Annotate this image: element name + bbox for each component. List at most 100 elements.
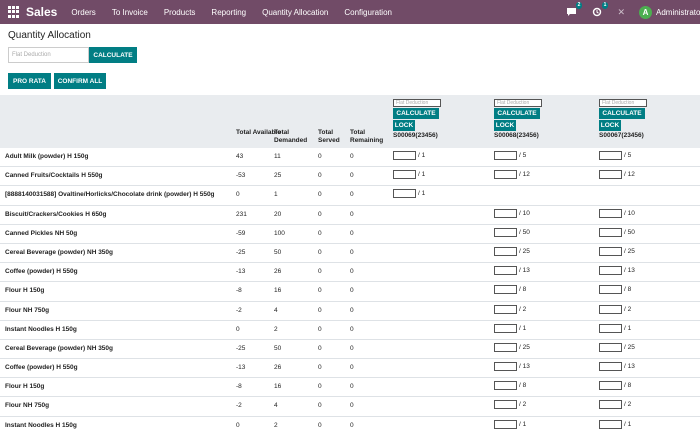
allocation-cell: / 8 — [494, 381, 526, 391]
allocation-qty-input[interactable] — [494, 266, 517, 276]
total-available-value: 0 — [236, 325, 240, 333]
column-calculate-button[interactable]: CALCULATE — [393, 108, 439, 119]
allocation-demand-label: / 5 — [624, 152, 632, 159]
column-flat-deduction-input[interactable]: Flat Deduction — [494, 99, 542, 107]
allocation-qty-input[interactable] — [494, 208, 517, 218]
flat-deduction-input[interactable]: Flat Deduction — [8, 47, 89, 63]
allocation-qty-input[interactable] — [494, 170, 517, 180]
allocation-cell: / 8 — [494, 285, 526, 295]
nav-reporting[interactable]: Reporting — [211, 8, 246, 17]
total-served-value: 0 — [318, 191, 322, 199]
product-name: Biscuit/Crackers/Cookies H 650g — [5, 210, 107, 218]
table-row: Biscuit/Crackers/Cookies H 650g 231 20 0 0 / … — [0, 206, 700, 225]
allocation-qty-input[interactable] — [599, 342, 622, 352]
allocation-qty-input[interactable] — [599, 170, 622, 180]
allocation-cell: / 1 — [494, 323, 526, 333]
product-name: Cereal Beverage (powder) NH 350g — [5, 344, 114, 352]
total-available-value: -8 — [236, 383, 242, 391]
allocation-qty-input[interactable] — [599, 323, 622, 333]
total-remaining-value: 0 — [350, 210, 354, 218]
nav-products[interactable]: Products — [164, 8, 196, 17]
column-lock-button[interactable]: LOCK — [494, 120, 516, 131]
total-remaining-value: 0 — [350, 287, 354, 295]
nav-orders[interactable]: Orders — [71, 8, 95, 17]
allocation-demand-label: / 1 — [624, 420, 632, 428]
page-title: Quantity Allocation — [8, 30, 91, 41]
column-flat-deduction-input[interactable]: Flat Deduction — [393, 99, 441, 107]
messages-icon[interactable]: 2 — [565, 2, 583, 18]
allocation-qty-input[interactable] — [494, 227, 517, 237]
allocation-qty-input[interactable] — [599, 362, 622, 372]
total-demanded-value: 25 — [274, 172, 282, 180]
allocation-qty-input[interactable] — [599, 285, 622, 295]
app-brand[interactable]: Sales — [26, 5, 57, 19]
nav-to-invoice[interactable]: To Invoice — [112, 8, 148, 17]
allocation-demand-label: / 50 — [519, 228, 530, 236]
product-name: Instant Noodles H 150g — [5, 325, 77, 333]
allocation-qty-input[interactable] — [599, 419, 622, 429]
header-total-served: Total Served — [318, 129, 340, 144]
activities-icon[interactable]: 1 — [591, 2, 609, 18]
allocation-demand-label: / 2 — [519, 305, 527, 313]
allocation-qty-input[interactable] — [494, 285, 517, 295]
product-name: [8888140031588] Ovaltine/Horlicks/Chocol… — [5, 191, 215, 199]
allocation-qty-input[interactable] — [494, 246, 517, 256]
allocation-qty-input[interactable] — [393, 189, 416, 199]
allocation-qty-input[interactable] — [599, 208, 622, 218]
confirm-all-button[interactable]: CONFIRM ALL — [54, 73, 106, 89]
allocation-qty-input[interactable] — [494, 400, 517, 410]
allocation-qty-input[interactable] — [494, 419, 517, 429]
total-remaining-value: 0 — [350, 325, 354, 333]
allocation-cell: / 1 — [494, 419, 527, 429]
total-available-value: 231 — [236, 210, 247, 218]
allocation-qty-input[interactable] — [599, 227, 622, 237]
allocation-cell: / 10 — [494, 208, 530, 218]
total-available-value: 0 — [236, 421, 240, 429]
table-row: Flour H 150g -8 16 0 0 / 8 / 8 — [0, 282, 700, 302]
total-served-value: 0 — [318, 153, 322, 160]
table-row: Cereal Beverage (powder) NH 350g -25 50 0 0 /… — [0, 244, 700, 264]
total-demanded-value: 26 — [274, 268, 282, 276]
allocation-qty-input[interactable] — [494, 362, 517, 372]
allocation-qty-input[interactable] — [494, 342, 517, 352]
user-name[interactable]: Administrator — [656, 8, 700, 17]
column-flat-deduction-input[interactable]: Flat Deduction — [599, 99, 647, 107]
allocation-qty-input[interactable] — [599, 151, 622, 160]
nav-quantity-allocation[interactable]: Quantity Allocation — [262, 8, 328, 17]
allocation-qty-input[interactable] — [393, 151, 416, 160]
product-name: Instant Noodles H 150g — [5, 421, 77, 429]
total-served-value: 0 — [318, 268, 322, 276]
allocation-qty-input[interactable] — [599, 304, 622, 314]
allocation-qty-input[interactable] — [599, 381, 622, 391]
close-icon[interactable]: ✕ — [617, 7, 625, 18]
allocation-qty-input[interactable] — [599, 246, 622, 256]
allocation-cell: / 25 — [494, 342, 530, 352]
allocation-cell: / 13 — [599, 362, 635, 372]
allocation-qty-input[interactable] — [599, 266, 622, 276]
allocation-qty-input[interactable] — [393, 170, 416, 180]
column-calculate-button[interactable]: CALCULATE — [494, 108, 540, 119]
column-calculate-button[interactable]: CALCULATE — [599, 108, 645, 119]
allocation-qty-input[interactable] — [494, 304, 517, 314]
apps-menu-icon[interactable] — [8, 6, 20, 18]
total-served-value: 0 — [318, 306, 322, 314]
table-row: Canned Pickles NH 50g -59 100 0 0 / 50 / 50 — [0, 225, 700, 244]
total-available-value: -13 — [236, 364, 246, 372]
total-demanded-value: 2 — [274, 421, 278, 429]
allocation-cell: / 1 — [393, 189, 425, 199]
nav-configuration[interactable]: Configuration — [344, 8, 392, 17]
allocation-demand-label: / 1 — [519, 420, 527, 428]
product-name: Flour H 150g — [5, 287, 45, 295]
allocation-qty-input[interactable] — [494, 151, 517, 160]
pro-rata-button[interactable]: PRO RATA — [8, 73, 51, 89]
column-lock-button[interactable]: LOCK — [393, 120, 415, 131]
allocation-qty-input[interactable] — [599, 400, 622, 410]
allocation-demand-label: / 13 — [624, 363, 635, 371]
allocation-qty-input[interactable] — [494, 381, 517, 391]
calculate-button[interactable]: CALCULATE — [89, 47, 137, 63]
user-avatar[interactable]: A — [639, 5, 652, 19]
allocation-demand-label: / 25 — [519, 247, 530, 255]
table-row: Instant Noodles H 150g 0 2 0 0 / 1 / 1 — [0, 321, 700, 340]
allocation-qty-input[interactable] — [494, 323, 517, 333]
column-lock-button[interactable]: LOCK — [599, 120, 621, 131]
